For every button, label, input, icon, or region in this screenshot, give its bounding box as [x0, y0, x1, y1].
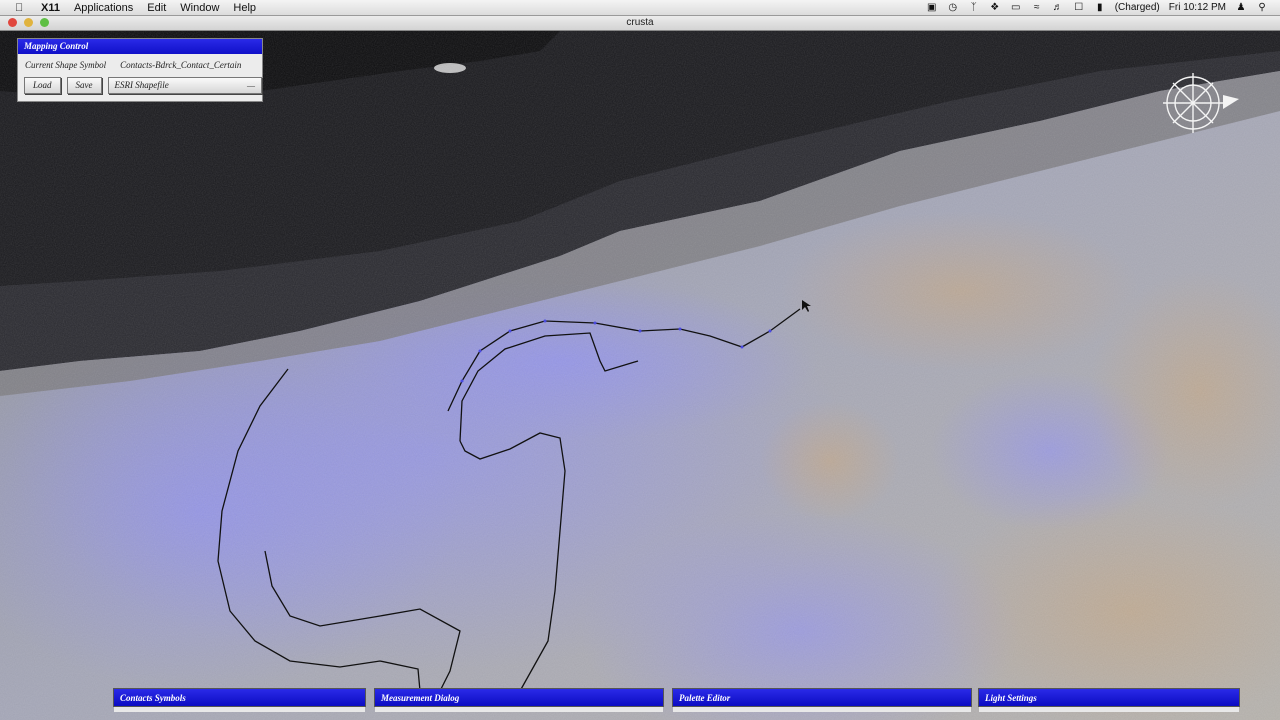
palette-editor-dialog[interactable]: Palette Editor: [672, 688, 972, 712]
save-button[interactable]: Save: [66, 77, 102, 94]
mapping-control-title[interactable]: Mapping Control: [18, 39, 262, 54]
palette-editor-title: Palette Editor: [679, 693, 731, 703]
close-window-button[interactable]: [8, 18, 17, 27]
window-title-bar: crusta: [0, 16, 1280, 31]
menu-window[interactable]: Window: [180, 2, 219, 14]
light-settings-dialog[interactable]: Light Settings: [978, 688, 1240, 712]
menu-app-x11[interactable]: X11: [41, 2, 60, 14]
current-shape-value: Contacts-Bdrck_Contact_Certain: [120, 60, 242, 70]
clock[interactable]: Fri 10:12 PM: [1169, 2, 1226, 13]
dropbox-icon[interactable]: ❖: [989, 2, 1001, 13]
user-icon[interactable]: ♟: [1235, 2, 1247, 13]
wifi-icon[interactable]: ≈: [1031, 2, 1043, 13]
file-format-select[interactable]: ESRI Shapefile —: [107, 77, 262, 94]
measurement-dialog-title: Measurement Dialog: [381, 693, 460, 703]
contacts-symbols-dialog[interactable]: Contacts Symbols: [113, 688, 366, 712]
terrain-render: [0, 31, 1280, 720]
file-format-value: ESRI Shapefile: [114, 80, 169, 90]
input-menu-icon[interactable]: ☐: [1073, 2, 1085, 13]
bluetooth-icon[interactable]: ᛉ: [968, 2, 980, 13]
load-button[interactable]: Load: [24, 77, 61, 94]
mapping-control-panel[interactable]: Mapping Control Current Shape Symbol Con…: [17, 38, 263, 102]
apple-icon[interactable]: : [15, 2, 29, 14]
current-shape-label: Current Shape Symbol: [25, 60, 107, 70]
screen-record-icon[interactable]: ▣: [926, 2, 938, 13]
measurement-dialog[interactable]: Measurement Dialog: [374, 688, 664, 712]
display-icon[interactable]: ▭: [1010, 2, 1022, 13]
window-title: crusta: [626, 17, 654, 28]
zoom-window-button[interactable]: [40, 18, 49, 27]
timemachine-icon[interactable]: ◷: [947, 2, 959, 13]
battery-icon[interactable]: ▮: [1094, 2, 1106, 13]
mac-menu-bar:  X11 Applications Edit Window Help ▣ ◷ …: [0, 0, 1280, 16]
menu-edit[interactable]: Edit: [147, 2, 166, 14]
light-settings-title: Light Settings: [985, 693, 1037, 703]
menu-applications[interactable]: Applications: [74, 2, 133, 14]
status-area: ▣ ◷ ᛉ ❖ ▭ ≈ ♬ ☐ ▮ (Charged) Fri 10:12 PM…: [926, 2, 1268, 13]
terrain-3d-viewport[interactable]: [0, 31, 1280, 720]
dropdown-arrow-icon: —: [247, 81, 255, 90]
spotlight-search-icon[interactable]: ⚲: [1256, 2, 1268, 13]
battery-status[interactable]: (Charged): [1115, 2, 1160, 13]
volume-icon[interactable]: ♬: [1052, 2, 1064, 13]
minimize-window-button[interactable]: [24, 18, 33, 27]
contacts-symbols-title: Contacts Symbols: [120, 693, 186, 703]
menu-help[interactable]: Help: [233, 2, 256, 14]
